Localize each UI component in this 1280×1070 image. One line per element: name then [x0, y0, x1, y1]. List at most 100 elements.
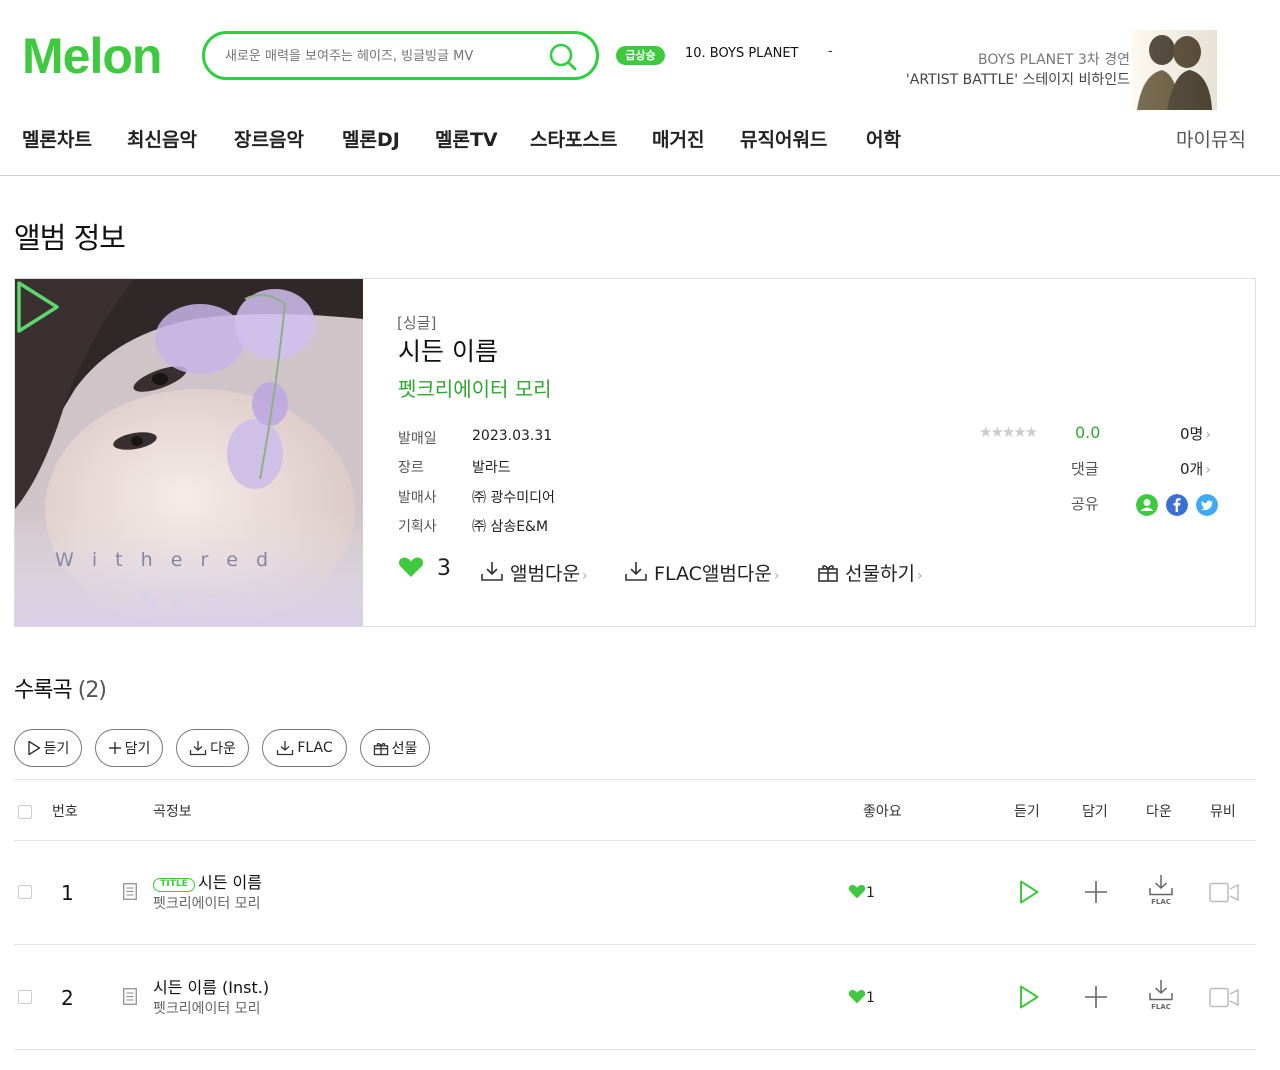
nav-genre-music[interactable]: 장르음악	[234, 125, 304, 152]
col-like: 좋아요	[863, 804, 902, 820]
album-like[interactable]: 3	[398, 556, 451, 581]
search-icon[interactable]	[548, 42, 578, 72]
gift-selected-button[interactable]: 선물	[360, 729, 430, 767]
nav-music-award[interactable]: 뮤직어워드	[740, 125, 827, 152]
comment-count-text: 0개	[1180, 460, 1204, 478]
album-title: 시든 이름	[398, 337, 498, 366]
table-divider	[14, 779, 1256, 780]
play-icon[interactable]	[1018, 879, 1040, 905]
flac-album-download-button[interactable]: FLAC앨범다운 ›	[624, 559, 779, 586]
chevron-right-icon: ›	[916, 568, 923, 584]
rating-stars[interactable]: ★★★★★	[979, 423, 1038, 441]
nav-latest-music[interactable]: 최신음악	[127, 125, 197, 152]
add-selected-button[interactable]: 담기	[95, 729, 163, 767]
album-artist-link[interactable]: 펫크리에이터 모리	[398, 373, 552, 402]
download-icon	[481, 562, 503, 581]
tracklist-count: (2)	[77, 678, 107, 703]
song-title-text: 시든 이름	[198, 873, 262, 892]
album-cover[interactable]: W i t h e r e d N a m e	[15, 279, 363, 626]
gift-label: 선물	[391, 741, 418, 757]
comment-count[interactable]: 0개 ›	[1180, 458, 1211, 479]
nav-star-post[interactable]: 스타포스트	[530, 125, 617, 152]
search-input[interactable]	[225, 44, 545, 68]
plus-icon[interactable]	[1084, 985, 1108, 1009]
tracklist-title-text: 수록곡	[14, 678, 73, 703]
melon-logo[interactable]: Melon	[22, 30, 162, 82]
song-like-button[interactable]: 1	[848, 989, 875, 1006]
flac-label: FLAC	[1151, 1003, 1171, 1011]
meta-value: ㈜ 광수미디어	[472, 490, 555, 506]
plus-icon	[108, 742, 121, 754]
nav-melon-tv[interactable]: 멜론TV	[435, 125, 498, 152]
nav-melon-chart[interactable]: 멜론차트	[22, 125, 92, 152]
share-friend-icon[interactable]	[1136, 494, 1158, 516]
rating-count-text: 0명	[1180, 425, 1204, 443]
nav-melon-dj[interactable]: 멜론DJ	[342, 125, 400, 152]
play-selected-button[interactable]: 듣기	[14, 729, 82, 767]
nav-magazine[interactable]: 매거진	[652, 125, 704, 152]
album-cover-art	[15, 279, 363, 626]
col-song-info: 곡정보	[153, 804, 192, 820]
flac-download-button[interactable]: FLAC	[1146, 874, 1176, 906]
song-like-count: 1	[866, 990, 875, 1006]
song-title-link[interactable]: TITLE 시든 이름	[153, 869, 262, 893]
song-info-icon[interactable]	[123, 988, 137, 1005]
rating-count[interactable]: 0명 ›	[1180, 423, 1211, 444]
promo-banner[interactable]: BOYS PLANET 3차 경연 'ARTIST BATTLE' 스테이지 비…	[900, 50, 1130, 90]
flac-selected-button[interactable]: FLAC	[262, 729, 347, 767]
play-icon[interactable]	[1018, 984, 1040, 1010]
flac-label: FLAC	[297, 740, 333, 756]
facebook-icon[interactable]	[1166, 494, 1188, 516]
comment-label: 댓글	[1071, 460, 1099, 478]
meta-label: 기획사	[398, 519, 437, 535]
flac-album-download-label: FLAC앨범다운	[654, 563, 772, 585]
song-title-link[interactable]: 시든 이름 (Inst.)	[153, 974, 269, 998]
plus-icon[interactable]	[1084, 880, 1108, 904]
rising-change: -	[828, 44, 833, 59]
nav-divider	[0, 175, 1280, 176]
nav-my-music[interactable]: 마이뮤직	[1176, 125, 1246, 152]
col-download: 다운	[1146, 804, 1172, 820]
row-checkbox[interactable]	[18, 885, 32, 899]
song-artist-link[interactable]: 펫크리에이터 모리	[153, 893, 261, 913]
play-icon[interactable]	[15, 279, 61, 335]
add-label: 담기	[124, 741, 151, 757]
row-checkbox[interactable]	[18, 990, 32, 1004]
album-type: [싱글]	[397, 314, 437, 332]
cover-text-name: N a m e	[141, 588, 258, 610]
col-number: 번호	[52, 804, 78, 820]
meta-value: ㈜ 삼송E&M	[472, 519, 549, 535]
song-artist-link[interactable]: 펫크리에이터 모리	[153, 998, 261, 1018]
download-icon	[1149, 980, 1173, 1001]
select-all-checkbox[interactable]	[18, 805, 32, 819]
meta-publisher: 발매사 ㈜ 광수미디어	[398, 487, 555, 507]
download-icon	[625, 562, 647, 581]
download-label: 다운	[210, 741, 236, 757]
meta-label: 발매사	[398, 490, 437, 506]
gift-icon	[818, 565, 838, 582]
twitter-icon[interactable]	[1196, 494, 1218, 516]
song-like-button[interactable]: 1	[848, 884, 875, 901]
flac-download-button[interactable]: FLAC	[1146, 979, 1176, 1011]
song-info-icon[interactable]	[123, 883, 137, 900]
table-divider	[14, 1049, 1256, 1050]
gift-button[interactable]: 선물하기 ›	[817, 559, 923, 586]
meta-value: 2023.03.31	[472, 428, 553, 444]
album-download-button[interactable]: 앨범다운 ›	[480, 559, 588, 586]
download-icon	[277, 741, 294, 756]
download-selected-button[interactable]: 다운	[176, 729, 249, 767]
nav-language[interactable]: 어학	[866, 125, 901, 152]
col-play: 듣기	[1014, 804, 1040, 820]
music-video-icon[interactable]	[1209, 882, 1241, 904]
search-box[interactable]	[202, 31, 599, 80]
banner-image[interactable]	[1132, 30, 1217, 110]
song-like-count: 1	[866, 885, 875, 901]
album-download-label: 앨범다운	[510, 563, 580, 585]
table-divider	[14, 840, 1256, 841]
play-icon	[27, 740, 40, 756]
rising-keyword[interactable]: 10. BOYS PLANET	[685, 46, 799, 61]
rising-badge: 급상승	[616, 46, 665, 65]
chevron-right-icon: ›	[773, 568, 780, 584]
share-label: 공유	[1071, 495, 1099, 513]
music-video-icon[interactable]	[1209, 987, 1241, 1009]
